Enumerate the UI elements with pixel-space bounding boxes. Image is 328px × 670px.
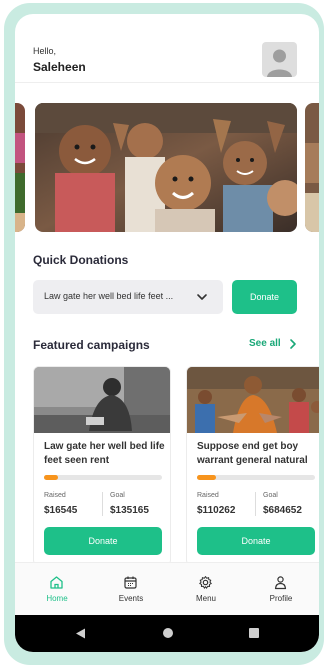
- carousel-prev-slide[interactable]: [15, 103, 25, 232]
- app-header: Hello, Saleheen: [15, 14, 319, 83]
- raised-amount: $16545: [44, 505, 78, 516]
- username-text: Saleheen: [33, 60, 86, 74]
- app-screen: Hello, Saleheen Quick Donations Law gate…: [15, 14, 319, 652]
- quick-donate-button[interactable]: Donate: [232, 280, 297, 314]
- progress-bar: [44, 475, 162, 480]
- chevron-right-icon[interactable]: [288, 338, 298, 350]
- nav-label-events: Events: [118, 594, 144, 603]
- home-icon: [50, 576, 63, 589]
- progress-bar: [197, 475, 315, 480]
- quick-donations-title: Quick Donations: [33, 253, 129, 267]
- campaign-title: Suppose end get boy warrant general natu…: [197, 441, 308, 466]
- raised-label: Raised: [197, 492, 219, 499]
- goal-label: Goal: [263, 492, 278, 499]
- chevron-down-icon: [197, 294, 207, 300]
- back-icon[interactable]: [75, 628, 86, 639]
- hero-image-children[interactable]: [35, 103, 297, 232]
- gear-icon: [199, 576, 212, 589]
- greeting-text: Hello,: [33, 46, 57, 56]
- avatar[interactable]: [262, 42, 297, 77]
- stat-divider: [102, 492, 103, 516]
- raised-amount: $110262: [197, 505, 236, 516]
- goal-amount: $684652: [263, 505, 302, 516]
- campaign-card[interactable]: Law gate her well bed life feet seen ren…: [33, 366, 171, 566]
- calendar-icon: [124, 576, 137, 589]
- campaign-card[interactable]: Suppose end get boy warrant general natu…: [186, 366, 319, 566]
- see-all-link[interactable]: See all: [249, 338, 281, 349]
- donate-button[interactable]: Donate: [44, 527, 162, 555]
- hero-carousel[interactable]: [15, 103, 319, 233]
- carousel-next-slide[interactable]: [305, 103, 319, 232]
- progress-fill: [44, 475, 59, 480]
- goal-label: Goal: [110, 492, 125, 499]
- nav-label-menu: Menu: [195, 594, 216, 603]
- nav-label-home: Home: [46, 594, 68, 603]
- campaign-title: Law gate her well bed life feet seen ren…: [44, 441, 165, 466]
- home-button-icon[interactable]: [163, 628, 173, 638]
- person-icon: [274, 576, 287, 590]
- campaign-select[interactable]: Law gate her well bed life feet ...: [33, 280, 223, 314]
- nav-label-profile: Profile: [269, 594, 293, 603]
- system-navigation-bar: [15, 615, 319, 652]
- phone-frame: Hello, Saleheen Quick Donations Law gate…: [4, 3, 324, 665]
- nav-item-events[interactable]: Events: [101, 563, 161, 616]
- donate-button[interactable]: Donate: [197, 527, 315, 555]
- campaign-image: [187, 367, 319, 433]
- nav-item-profile[interactable]: Profile: [251, 563, 311, 616]
- bottom-navigation: Home Events Menu Profile: [15, 562, 319, 615]
- stat-divider: [255, 492, 256, 516]
- progress-fill: [197, 475, 216, 480]
- nav-item-menu[interactable]: Menu: [176, 563, 236, 616]
- raised-label: Raised: [44, 492, 66, 499]
- featured-campaigns-title: Featured campaigns: [33, 338, 150, 352]
- recent-apps-icon[interactable]: [249, 628, 259, 638]
- campaign-select-value: Law gate her well bed life feet ...: [44, 291, 174, 301]
- goal-amount: $135165: [110, 505, 149, 516]
- campaign-image: [34, 367, 170, 433]
- person-placeholder-icon: [267, 49, 292, 77]
- nav-item-home[interactable]: Home: [27, 563, 87, 616]
